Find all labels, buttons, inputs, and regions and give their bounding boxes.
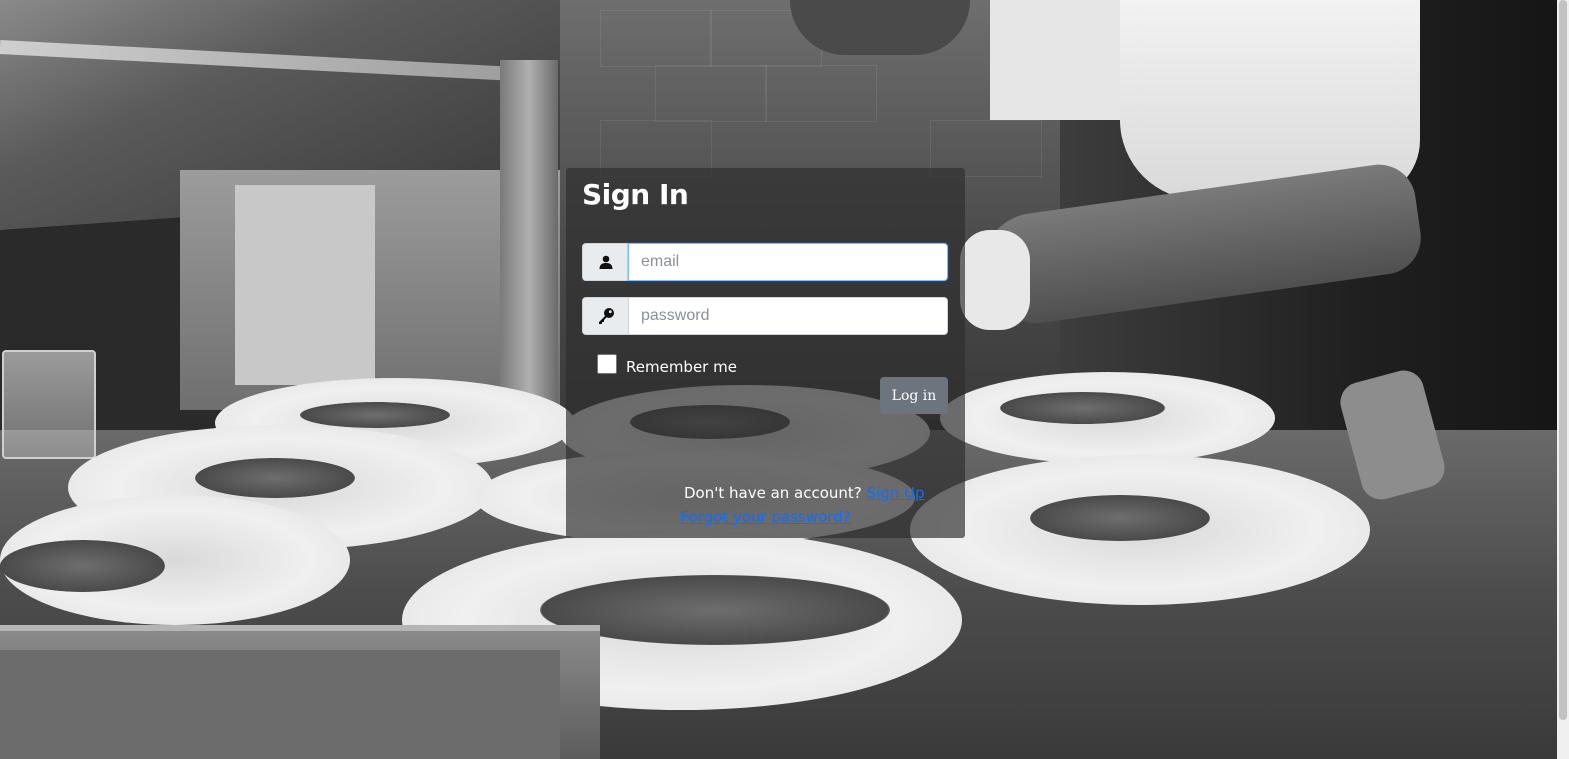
password-input[interactable]: [628, 297, 948, 335]
signin-title: Sign In: [582, 178, 689, 211]
background-glass: [2, 350, 96, 459]
remember-me-checkbox[interactable]: [597, 354, 617, 374]
background-tile: [655, 65, 767, 122]
background-food: [195, 458, 355, 498]
forgot-password-line: Forgot your password?: [566, 508, 965, 526]
password-addon: [582, 297, 628, 335]
key-icon: [598, 308, 614, 324]
background-tray-inner: [0, 650, 560, 759]
background-food: [1000, 392, 1165, 424]
login-button[interactable]: Log in: [880, 377, 948, 414]
password-input-group: [582, 297, 948, 335]
page: Sign In Remember me: [0, 0, 1569, 759]
email-input-group: [582, 243, 948, 281]
forgot-password-link[interactable]: Forgot your password?: [680, 508, 850, 526]
signup-prompt-text: Don't have an account?: [684, 484, 862, 502]
background-chef-glove: [960, 230, 1030, 330]
page-scrollbar[interactable]: [1557, 0, 1569, 759]
signup-link[interactable]: Sign Up: [867, 484, 925, 502]
background-food: [0, 540, 165, 592]
remember-me[interactable]: Remember me: [597, 352, 737, 376]
background-chef-head: [790, 0, 970, 55]
background-machine-panel: [235, 185, 375, 385]
email-addon: [582, 243, 628, 281]
user-icon: [599, 255, 612, 269]
background-food: [1030, 495, 1210, 541]
signin-panel: Sign In Remember me: [566, 168, 965, 538]
scrollbar-thumb[interactable]: [1559, 0, 1567, 720]
background-pillar: [500, 60, 558, 420]
remember-me-label: Remember me: [626, 358, 737, 376]
background-food: [300, 402, 450, 428]
background-chef-shirt: [990, 0, 1140, 120]
email-input[interactable]: [628, 243, 948, 281]
signup-prompt-line: Don't have an account? Sign Up: [566, 484, 965, 502]
background-tile: [600, 10, 712, 67]
background-tile: [765, 65, 877, 122]
